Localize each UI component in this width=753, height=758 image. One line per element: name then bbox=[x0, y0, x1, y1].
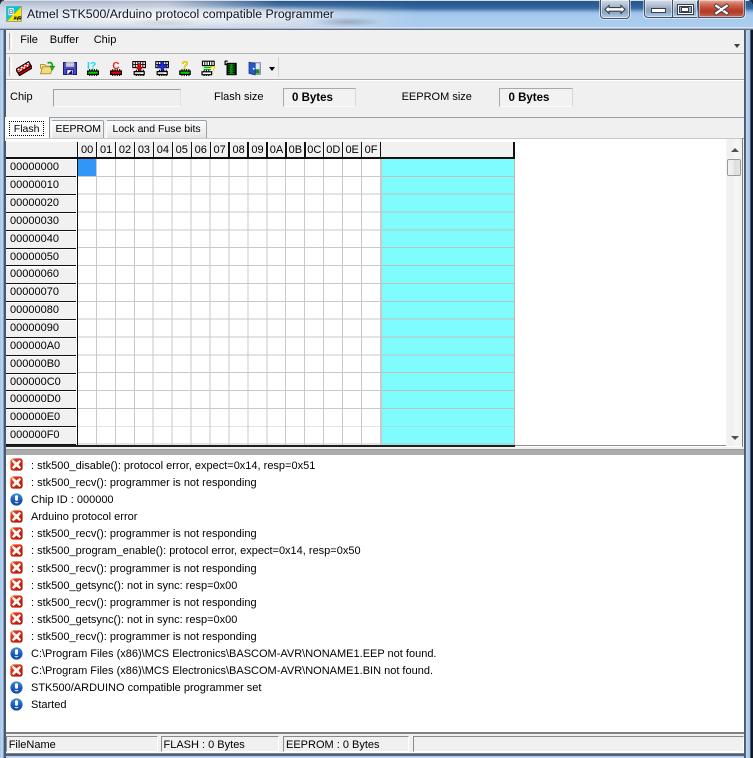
svg-text:C: C bbox=[112, 60, 119, 71]
